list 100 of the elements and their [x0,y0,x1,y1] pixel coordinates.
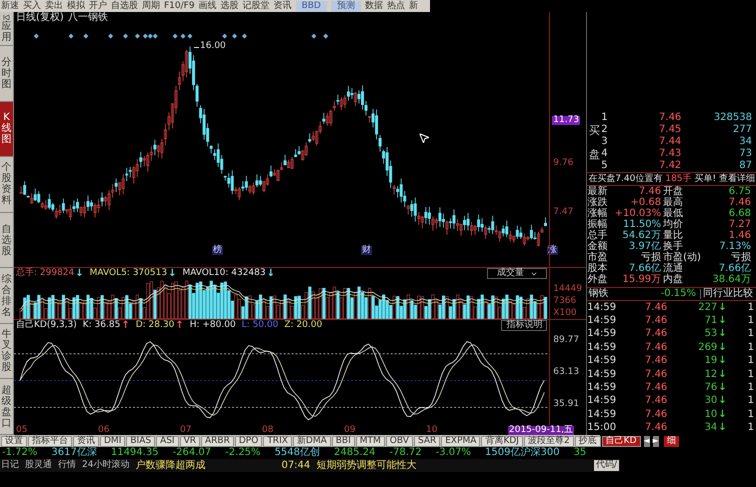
indicator-help-button[interactable]: 指标说明 [501,320,548,331]
indicator-tab[interactable]: VR [180,436,200,446]
indicator-dropdown[interactable]: 成交量 [487,268,548,280]
tick-volume: 53 [704,329,718,340]
news-bar-tab[interactable]: 24小时滚动 [82,461,130,470]
sector-compare-button[interactable]: 同行业比较 [700,289,755,299]
indicator-name: 自己KD(9,3,3) [16,321,77,330]
stat-label: 金额 [587,242,608,252]
sidebar-tab[interactable]: 牛叉诊股 [0,324,13,380]
indicator-tab[interactable]: 背离KDJ [481,436,523,446]
tick-price: 7.46 [644,302,668,313]
sidebar-tab[interactable]: 自选股 [0,212,13,268]
tick-volume: 19 [704,356,718,366]
bid-rank: 5 [601,161,609,171]
tick-time: 14:59 [587,410,618,420]
indicator-tab[interactable]: DMI [100,436,126,446]
indicator-stat: K: 36.85 [82,321,120,330]
stat-label: 内盘 [663,275,684,286]
bid-side-label: 买 [588,124,600,136]
news-bar-tab[interactable]: 股灵通 [25,461,52,470]
tick-price: 7.46 [644,383,668,394]
sidebar-tab[interactable]: 个股资料 [0,157,13,213]
tick-volume: 12 [704,370,718,380]
date-axis-label: 05 [16,426,28,434]
menu-item[interactable]: 模拟 [67,2,85,10]
indicator-tab[interactable]: 指标平台 [28,436,72,446]
indicator-tab[interactable]: 抄底 [574,436,601,446]
menu-item[interactable]: 卖出 [45,2,63,10]
menu-item[interactable]: 资讯 [274,2,292,10]
indicator-tab[interactable]: EXPMA [441,436,480,446]
cursor-date-label: 2015-09-11,五 [508,426,574,434]
bid-volume: 73 [738,149,752,159]
stat-label: 股本 [587,264,608,274]
order-detail-link[interactable]: 买单! 查看详细 [694,174,755,184]
stat-label: 振幅 [587,220,608,230]
tick-volume: 10 [704,410,718,420]
menu-item[interactable]: 画线 [198,2,217,10]
indicator-tab[interactable]: TRIX [263,436,292,446]
menu-item[interactable]: 买入 [23,2,41,10]
tick-price: 7.46 [644,356,668,366]
indicator-tab[interactable]: BBI [332,436,355,446]
indicator-tab[interactable]: BIAS [126,436,156,446]
indicator-stat: Z: 20.00 [284,321,322,330]
bid-price: 7.43 [658,149,682,159]
menu-item[interactable]: 开户 [89,2,107,10]
indicator-tab[interactable]: ASI [156,436,179,446]
news-bar-tab[interactable]: 行情 [58,461,76,470]
indicator-tab[interactable]: 资讯 [73,436,99,446]
news-bar-tab[interactable]: 日记 [1,461,19,470]
stock-name: 八一钢铁 [68,13,108,23]
indicator-tab[interactable]: 波段至尊2 [524,436,574,446]
menu-item[interactable]: 新速 [1,2,19,10]
menu-item[interactable]: 记股堂 [242,2,270,10]
sidebar-tab[interactable]: K线图 [0,102,13,158]
tick-price: 7.46 [644,396,668,406]
menu-item[interactable]: 热点 [386,2,405,10]
trend-arrow: ↓ [718,316,727,326]
news-headline[interactable]: 户数骤降超两成 [135,460,206,470]
indicator-tab[interactable]: ARBR [201,436,234,446]
menu-item[interactable]: 数据 [364,2,383,10]
tick-count: 1 [748,396,754,406]
trend-arrow: ↓ [718,423,727,434]
bid-price: 7.42 [658,161,682,171]
toolbar-button[interactable]: 预测 [330,0,361,12]
code-input-button[interactable]: 代码/ [594,460,619,471]
chart-period-label: 日线(复权) [16,13,64,23]
sector-name: 钢铁 [588,289,608,299]
bid-rank: 3 [601,137,609,147]
volume-axis-label: 7366 [553,297,578,306]
trend-arrow: ↓ [718,396,727,406]
order-note: 在买盘7.40位置有 [588,174,662,184]
detail-tab[interactable]: 细 [664,436,679,446]
menu-item[interactable]: 选股 [220,2,239,10]
trend-arrow: ↓ [718,329,727,340]
stat-label: 量比 [663,231,684,241]
menu-item[interactable]: F10/F9 [164,2,195,10]
stat-value: 7.13% [718,242,752,252]
stat-value: 1.46 [728,231,752,242]
indicator-tab[interactable]: OBV [386,436,413,446]
tick-volume: 76 [704,383,718,394]
toolbar-button[interactable]: BBD [296,0,327,12]
stat-label: 市盈(动) [663,253,702,263]
menu-item[interactable]: 周期 [142,2,160,10]
menu-item[interactable]: 新 [408,2,418,10]
indicator-tab[interactable]: 自己KD [602,436,641,446]
indicator-tab[interactable]: 新DMA [292,436,331,446]
indicator-tab[interactable]: MTM [356,436,385,446]
sidebar-tab[interactable]: 应用 [0,12,13,46]
sidebar-tab[interactable]: 综合排名 [0,268,13,324]
event-marker: 财 [361,246,372,255]
stat-label: 涨幅 [587,209,608,219]
indicator-axis-label: 35.91 [553,400,580,410]
news-headline[interactable]: 短期弱势调整可能性大 [316,460,416,470]
stat-value: 亏损 [730,253,752,263]
indicator-tab[interactable]: 设置 [1,436,27,446]
bid-price: 7.44 [658,137,682,147]
market-ticker-value: -1.72% [2,448,38,458]
indicator-tab[interactable]: SAR [414,436,440,446]
indicator-tab[interactable]: DPO [234,436,262,446]
menu-item[interactable]: 自选股 [111,2,138,10]
